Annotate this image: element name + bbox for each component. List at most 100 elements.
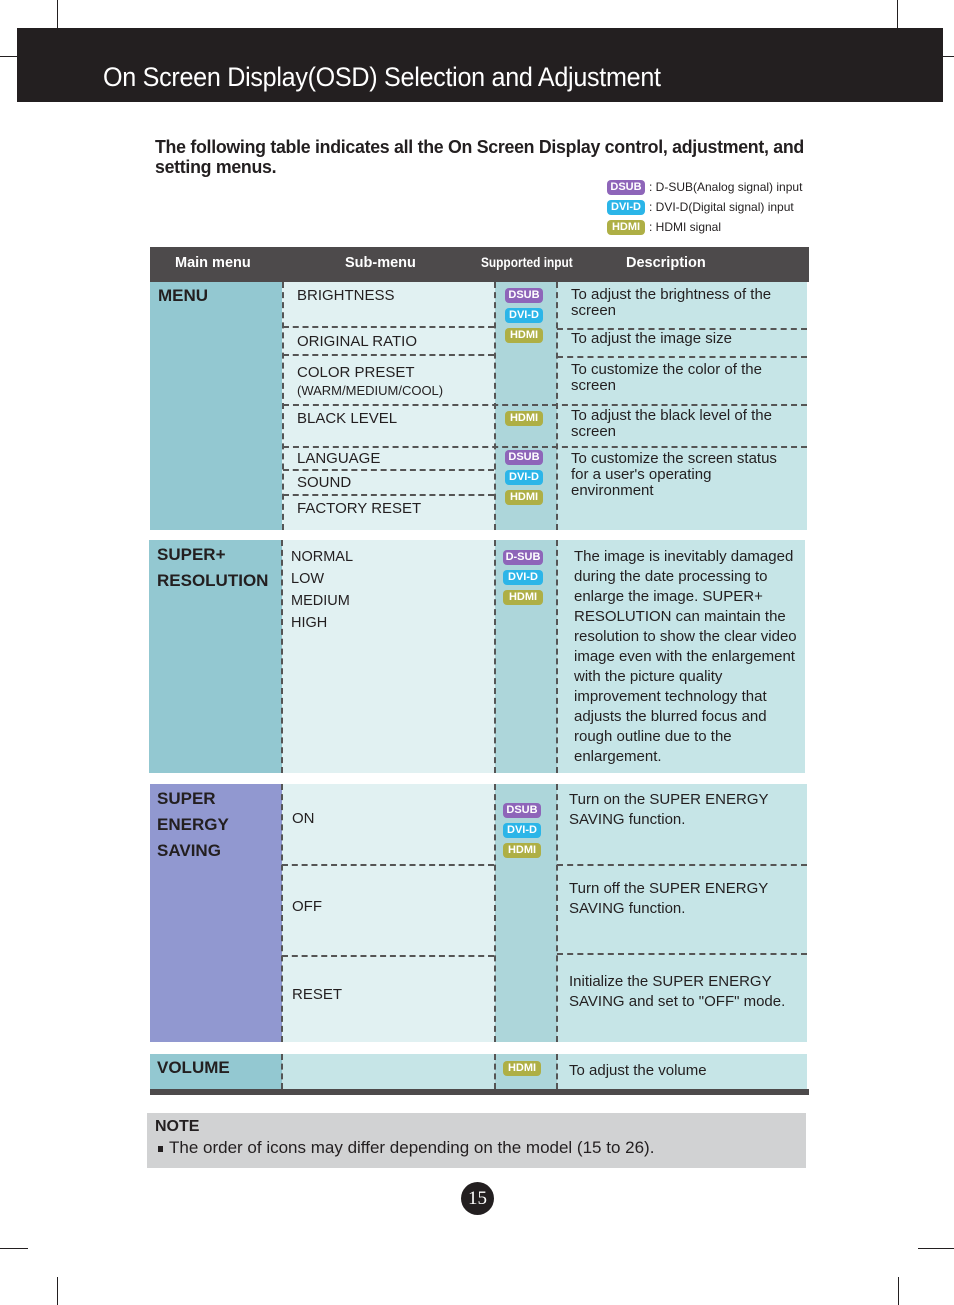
crop-mark — [918, 1248, 954, 1249]
divider — [557, 953, 807, 955]
input-legend: DSUB : D-SUB(Analog signal) input DVI-D … — [607, 177, 802, 237]
desc-color-preset: To customize the color of the screen — [571, 361, 762, 394]
submenu-reset[interactable]: RESET — [292, 986, 342, 1003]
legend-text: : HDMI signal — [649, 220, 722, 234]
main-menu-label: MENU — [158, 286, 209, 305]
intro-text: The following table indicates all the On… — [155, 136, 805, 177]
legend-item-dsub: DSUB : D-SUB(Analog signal) input — [607, 177, 802, 197]
sub-cell — [282, 1054, 495, 1089]
hdmi-badge: HDMI — [503, 1061, 541, 1076]
dsub-badge: DSUB — [505, 450, 543, 465]
main-cell — [150, 282, 282, 530]
divider — [281, 1054, 283, 1089]
page-number: 15 — [461, 1182, 494, 1215]
hdmi-badge: HDMI — [505, 490, 543, 505]
supported-inputs: DSUB DVI-D HDMI — [505, 288, 543, 343]
desc-on: Turn on the SUPER ENERGY SAVING function… — [569, 791, 769, 828]
main-menu-label: SUPER ENERGY SAVING — [157, 786, 229, 864]
supported-inputs: HDMI — [503, 1061, 541, 1076]
submenu-original-ratio[interactable]: ORIGINAL RATIO — [297, 333, 417, 350]
dvid-badge: DVI-D — [607, 199, 645, 215]
desc-super-resolution: The image is inevitably damaged during t… — [574, 548, 797, 765]
dvid-badge: DVI-D — [503, 823, 541, 838]
submenu-off[interactable]: OFF — [292, 898, 322, 915]
main-menu-label[interactable]: VOLUME — [157, 1055, 230, 1081]
option-low[interactable]: LOW — [291, 568, 353, 590]
divider — [281, 784, 283, 1042]
crop-mark — [897, 0, 898, 28]
submenu-language[interactable]: LANGUAGE — [297, 450, 380, 467]
divider — [494, 1054, 496, 1089]
submenu-black-level[interactable]: BLACK LEVEL — [297, 410, 397, 427]
divider — [556, 1054, 558, 1089]
crop-mark — [57, 0, 58, 28]
divider — [283, 326, 494, 328]
divider — [283, 446, 807, 448]
option-high[interactable]: HIGH — [291, 612, 353, 634]
crop-mark — [0, 56, 17, 57]
legend-item-dvid: DVI-D : DVI-D(Digital signal) input — [607, 197, 802, 217]
divider — [494, 282, 496, 530]
legend-text: : DVI-D(Digital signal) input — [649, 200, 794, 214]
hdmi-badge: HDMI — [503, 590, 543, 605]
divider — [283, 354, 494, 356]
divider — [494, 540, 496, 773]
legend-text: : D-SUB(Analog signal) input — [649, 180, 803, 194]
submenu-color-preset[interactable]: COLOR PRESET — [297, 364, 415, 381]
sub-cell — [282, 282, 495, 530]
divider — [282, 282, 284, 530]
main-label-line: ENERGY — [157, 815, 229, 834]
main-label-line: SAVING — [157, 841, 221, 860]
header-sub-menu: Sub-menu — [345, 255, 416, 271]
main-label-line: SUPER+ — [157, 545, 226, 564]
divider — [556, 540, 558, 773]
submenu-brightness[interactable]: BRIGHTNESS — [297, 287, 395, 304]
divider — [283, 494, 494, 496]
dsub-badge: DSUB — [505, 288, 543, 303]
dvid-badge: DVI-D — [505, 308, 543, 323]
hdmi-badge: HDMI — [505, 411, 543, 426]
note-item: The order of icons may differ depending … — [158, 1138, 654, 1158]
dsub-badge: DSUB — [607, 179, 645, 195]
main-menu-label: SUPER+ RESOLUTION — [157, 542, 268, 594]
super-resolution-options: NORMAL LOW MEDIUM HIGH — [291, 546, 353, 634]
crop-mark — [943, 56, 954, 57]
divider — [282, 864, 494, 866]
dsub-badge: D-SUB — [503, 550, 543, 565]
submenu-sound[interactable]: SOUND — [297, 474, 351, 491]
desc-reset: Initialize the SUPER ENERGY SAVING and s… — [569, 973, 786, 1010]
legend-item-hdmi: HDMI : HDMI signal — [607, 217, 802, 237]
desc-off: Turn off the SUPER ENERGY SAVING functio… — [569, 880, 768, 917]
divider — [557, 356, 807, 358]
table-header: Main menu Sub-menu Supported input Descr… — [150, 247, 809, 282]
supported-inputs: D-SUB DVI-D HDMI — [503, 550, 543, 605]
header-main-menu: Main menu — [175, 255, 251, 271]
divider — [556, 282, 558, 530]
divider — [556, 784, 558, 1042]
submenu-factory-reset[interactable]: FACTORY RESET — [297, 500, 421, 517]
bullet-icon — [158, 1145, 163, 1152]
hdmi-badge: HDMI — [503, 843, 541, 858]
note-text: The order of icons may differ depending … — [169, 1138, 655, 1157]
desc-volume: To adjust the volume — [569, 1062, 707, 1079]
option-medium[interactable]: MEDIUM — [291, 590, 353, 612]
crop-mark — [898, 1277, 899, 1305]
option-normal[interactable]: NORMAL — [291, 546, 353, 568]
page-title: On Screen Display(OSD) Selection and Adj… — [103, 62, 661, 92]
crop-mark — [0, 1248, 28, 1249]
table-bottom-rule — [150, 1089, 809, 1095]
submenu-on[interactable]: ON — [292, 810, 315, 827]
divider — [283, 404, 807, 406]
main-label-line: SUPER — [157, 789, 216, 808]
supported-inputs: DSUB DVI-D HDMI — [505, 450, 543, 505]
supported-inputs: HDMI — [505, 411, 543, 426]
main-label-line: RESOLUTION — [157, 571, 269, 590]
desc-original-ratio: To adjust the image size — [571, 330, 732, 347]
hdmi-badge: HDMI — [607, 219, 645, 235]
dsub-badge: DSUB — [503, 803, 541, 818]
desc-black-level: To adjust the black level of the screen — [571, 407, 772, 440]
desc-brightness: To adjust the brightness of the screen — [571, 286, 772, 319]
submenu-color-preset-options: (WARM/MEDIUM/COOL) — [297, 383, 444, 398]
dvid-badge: DVI-D — [505, 470, 543, 485]
divider — [281, 540, 283, 773]
